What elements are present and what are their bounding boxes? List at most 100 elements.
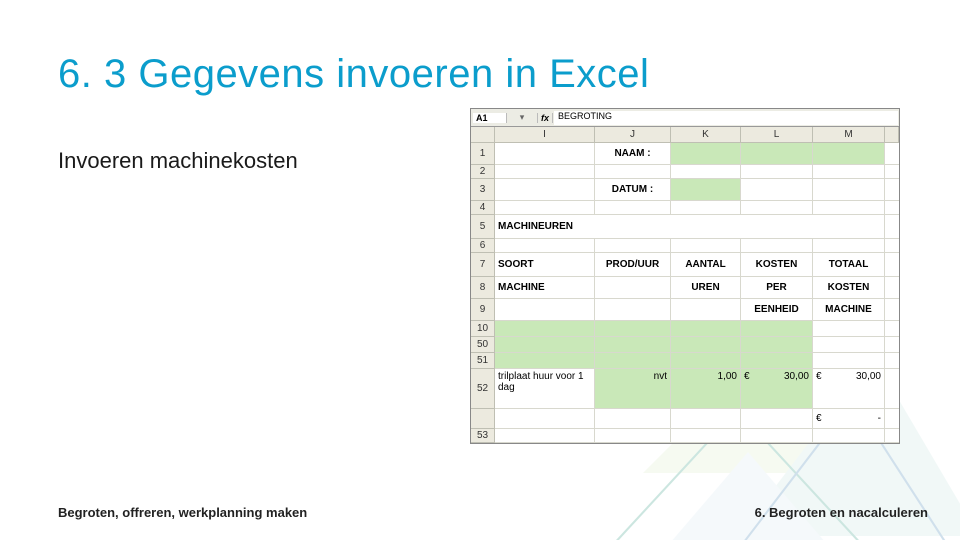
cell[interactable] <box>813 143 885 165</box>
cell[interactable] <box>595 277 671 299</box>
row-header[interactable]: 4 <box>471 201 495 215</box>
row-header[interactable]: 1 <box>471 143 495 165</box>
cell[interactable] <box>595 353 671 369</box>
excel-screenshot: A1 ▾ fx BEGROTING I J K L M 1 NAAM : 2 <box>470 108 900 444</box>
row-header-blank[interactable] <box>471 409 495 429</box>
row-header[interactable]: 51 <box>471 353 495 369</box>
corner-select-all[interactable] <box>471 127 495 143</box>
cell[interactable] <box>595 165 671 179</box>
cell[interactable] <box>741 165 813 179</box>
cell-prod[interactable]: nvt <box>595 369 671 409</box>
cell[interactable] <box>813 337 885 353</box>
cell-hdr-machine[interactable]: MACHINE <box>495 277 595 299</box>
cell[interactable] <box>595 321 671 337</box>
cell[interactable] <box>671 299 741 321</box>
cell-empty-total[interactable]: € - <box>813 409 885 429</box>
cell-datum-label[interactable]: DATUM : <box>595 179 671 201</box>
cell-hdr-per[interactable]: PER <box>741 277 813 299</box>
cell[interactable] <box>813 321 885 337</box>
cell[interactable] <box>813 429 885 443</box>
row-header[interactable]: 53 <box>471 429 495 443</box>
cell-machineuren[interactable]: MACHINEUREN <box>495 215 885 239</box>
cell-aantal[interactable]: 1,00 <box>671 369 741 409</box>
col-header-l[interactable]: L <box>741 127 813 143</box>
cell[interactable] <box>741 337 813 353</box>
cell-stub <box>885 179 899 201</box>
cell-totaal[interactable]: € 30,00 <box>813 369 885 409</box>
cell[interactable] <box>813 239 885 253</box>
cell-hdr-totaal[interactable]: TOTAAL <box>813 253 885 277</box>
row-header[interactable]: 7 <box>471 253 495 277</box>
row-header[interactable]: 3 <box>471 179 495 201</box>
cell-hdr-aantal[interactable]: AANTAL <box>671 253 741 277</box>
col-header-i[interactable]: I <box>495 127 595 143</box>
cell[interactable] <box>495 353 595 369</box>
cell-datum-value[interactable] <box>671 179 741 201</box>
cell[interactable] <box>741 143 813 165</box>
row-header[interactable]: 6 <box>471 239 495 253</box>
cell[interactable] <box>741 239 813 253</box>
value: 30,00 <box>856 371 881 382</box>
name-box[interactable]: A1 <box>473 113 507 123</box>
cell[interactable] <box>671 165 741 179</box>
cell-naam-label[interactable]: NAAM : <box>595 143 671 165</box>
col-stub <box>885 127 899 143</box>
cell[interactable] <box>813 201 885 215</box>
row-header[interactable]: 2 <box>471 165 495 179</box>
row-header[interactable]: 5 <box>471 215 495 239</box>
cell-hdr-kosten[interactable]: KOSTEN <box>741 253 813 277</box>
cell-hdr-kosten2[interactable]: KOSTEN <box>813 277 885 299</box>
cell-kosten[interactable]: € 30,00 <box>741 369 813 409</box>
cell[interactable] <box>495 409 595 429</box>
cell[interactable] <box>495 143 595 165</box>
cell[interactable] <box>495 337 595 353</box>
row-header[interactable]: 50 <box>471 337 495 353</box>
cell[interactable] <box>813 165 885 179</box>
fx-label: fx <box>537 113 553 123</box>
row-header[interactable]: 52 <box>471 369 495 409</box>
cell[interactable] <box>671 321 741 337</box>
cell[interactable] <box>671 337 741 353</box>
cell-naam-value[interactable] <box>671 143 741 165</box>
col-header-m[interactable]: M <box>813 127 885 143</box>
row-header[interactable]: 8 <box>471 277 495 299</box>
cell[interactable] <box>495 299 595 321</box>
row-header[interactable]: 9 <box>471 299 495 321</box>
cell-hdr-uren[interactable]: UREN <box>671 277 741 299</box>
cell[interactable] <box>813 353 885 369</box>
cell[interactable] <box>671 353 741 369</box>
cell[interactable] <box>671 429 741 443</box>
cell[interactable] <box>495 321 595 337</box>
cell[interactable] <box>671 239 741 253</box>
formula-input[interactable]: BEGROTING <box>554 111 898 125</box>
cell[interactable] <box>495 429 595 443</box>
cell[interactable] <box>671 409 741 429</box>
cell[interactable] <box>595 299 671 321</box>
cell-hdr-machine2[interactable]: MACHINE <box>813 299 885 321</box>
col-header-j[interactable]: J <box>595 127 671 143</box>
cell[interactable] <box>495 179 595 201</box>
cell[interactable] <box>671 201 741 215</box>
cell-item-desc[interactable]: trilplaat huur voor 1 dag <box>495 369 595 409</box>
cell-hdr-eenheid[interactable]: EENHEID <box>741 299 813 321</box>
cell[interactable] <box>495 165 595 179</box>
cell[interactable] <box>595 409 671 429</box>
cell[interactable] <box>595 337 671 353</box>
namebox-dropdown-icon[interactable]: ▾ <box>507 112 537 123</box>
cell[interactable] <box>495 239 595 253</box>
cell[interactable] <box>741 201 813 215</box>
cell[interactable] <box>595 201 671 215</box>
cell[interactable] <box>741 429 813 443</box>
cell[interactable] <box>741 179 813 201</box>
col-header-k[interactable]: K <box>671 127 741 143</box>
cell[interactable] <box>595 239 671 253</box>
cell[interactable] <box>595 429 671 443</box>
cell[interactable] <box>741 409 813 429</box>
row-header[interactable]: 10 <box>471 321 495 337</box>
cell[interactable] <box>813 179 885 201</box>
cell-hdr-prod[interactable]: PROD/UUR <box>595 253 671 277</box>
cell-hdr-soort[interactable]: SOORT <box>495 253 595 277</box>
cell[interactable] <box>495 201 595 215</box>
cell[interactable] <box>741 353 813 369</box>
cell[interactable] <box>741 321 813 337</box>
